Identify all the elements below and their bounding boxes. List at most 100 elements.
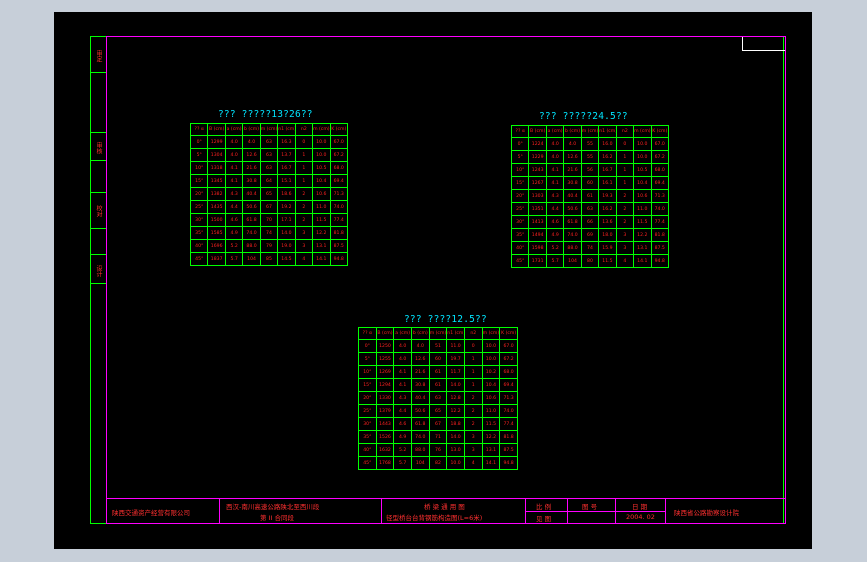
column-header: a (cm) xyxy=(224,123,244,136)
table-cell: 94.8 xyxy=(329,252,348,266)
table-cell: 0° xyxy=(510,137,530,151)
table-cell: 30° xyxy=(189,213,209,227)
table-cell: 50.6 xyxy=(242,200,261,214)
table-cell: 61 xyxy=(428,365,448,379)
table-cell: 4.3 xyxy=(224,187,244,201)
table-cell: 67 xyxy=(259,200,279,214)
table-cell: 65 xyxy=(428,404,448,418)
column-header: n1 (cm) xyxy=(446,327,465,340)
sidebar-cell: 审核 xyxy=(90,132,106,160)
table-cell: 81.8 xyxy=(650,228,669,242)
column-header: m (cm) xyxy=(580,125,600,138)
table-cell: 61.8 xyxy=(410,417,430,431)
table-cell: 40° xyxy=(358,443,377,457)
table-cell: 0 xyxy=(294,135,314,149)
table-cell: 30° xyxy=(510,215,530,229)
table-cell: 94.8 xyxy=(499,456,518,470)
table-cell: 4.0 xyxy=(545,150,565,164)
table-cell: 16.2 xyxy=(598,150,617,164)
column-header: n2 xyxy=(294,123,314,136)
sidebar-label-2: 审核 xyxy=(95,142,102,154)
table-cell: 4.0 xyxy=(393,339,412,353)
table-cell: 1269 xyxy=(375,365,395,379)
table-cell: 5.2 xyxy=(224,239,244,253)
table-cell: 68.0 xyxy=(650,163,669,177)
drawing-line-2: 径型桥台台背钢筋构造图(L=6米) xyxy=(386,514,483,522)
column-header: B (cm) xyxy=(375,327,395,340)
table-row: 45° 1837 5.7 104 85 14.5 4 14.1 94.8 xyxy=(189,252,348,266)
table-cell: 88.0 xyxy=(410,443,430,457)
left-signature-strip: 审定 审核 校对 设计 xyxy=(90,36,106,284)
table-cell: 63 xyxy=(259,161,279,175)
table-cell: 1731 xyxy=(528,254,547,268)
table-cell: 35° xyxy=(510,228,530,242)
table-header-row: ?? αB (cm) a (cm) b (cm) m (cm) n1 (cm) n2 m (… xyxy=(189,123,348,136)
table-cell: 61 xyxy=(428,378,448,392)
table-cell: 4.0 xyxy=(563,137,582,151)
column-header: a (cm) xyxy=(545,125,565,138)
table-cell: 1 xyxy=(294,174,314,188)
column-header: B (cm) xyxy=(207,123,226,136)
table-cell: 10.4 xyxy=(633,176,652,190)
table-cell: 12.6 xyxy=(410,352,430,366)
table-row: 30° 1443 4.6 61.8 67 18.8 2 11.5 77.4 xyxy=(358,417,518,431)
table-cell: 12.6 xyxy=(242,148,261,162)
table-cell: 74.0 xyxy=(499,404,518,418)
table-cell: 5.7 xyxy=(545,254,565,268)
table-cell: 4.0 xyxy=(545,137,565,151)
table-cell: 12.2 xyxy=(446,404,465,418)
table-cell: 40° xyxy=(510,241,530,255)
table-row: 35° 1585 4.9 74.0 74 14.0 3 12.2 81.8 xyxy=(189,226,348,240)
table-cell: 4.1 xyxy=(545,163,565,177)
company-name: 陕西交通资产经营有限公司 xyxy=(112,509,190,517)
table-cell: 66 xyxy=(580,215,600,229)
drawing-line-1: 桥 梁 通 用 图 xyxy=(424,503,465,511)
table-cell: 71 xyxy=(428,430,448,444)
table-cell: 10.0 xyxy=(481,339,501,353)
date-value: 2004. 02 xyxy=(626,513,655,521)
table-cell: 0° xyxy=(189,135,209,149)
table-cell: 5° xyxy=(189,148,209,162)
table-cell: 1250 xyxy=(375,339,395,353)
sidebar-cell: 设计 xyxy=(90,254,106,284)
table-cell: 63 xyxy=(259,148,279,162)
table-cell: 21.6 xyxy=(410,365,430,379)
table-row: 35° 1494 4.9 74.0 69 18.0 3 12.2 81.8 xyxy=(510,228,669,242)
table-cell: 4.3 xyxy=(393,391,412,405)
table-row: 40° 1696 5.2 88.0 79 19.0 3 13.1 87.5 xyxy=(189,239,348,253)
table-cell: 10.4 xyxy=(481,378,501,392)
table-cell: 80 xyxy=(580,254,600,268)
table-cell: 82 xyxy=(428,456,448,470)
table-cell: 1294 xyxy=(375,378,395,392)
column-header: m (cm) xyxy=(259,123,279,136)
table-cell: 5.7 xyxy=(224,252,244,266)
table-2-title: ??? ?????24.5?? xyxy=(539,111,628,122)
table-cell: 19.0 xyxy=(277,239,296,253)
table-row: 30° 1413 4.6 61.8 66 13.6 2 11.5 77.4 xyxy=(510,215,669,229)
table-cell: 5.2 xyxy=(545,241,565,255)
table-cell: 4.6 xyxy=(224,213,244,227)
table-cell: 69.4 xyxy=(329,174,348,188)
table-cell: 16.1 xyxy=(598,176,617,190)
table-cell: 4.4 xyxy=(393,404,412,418)
table-cell: 79 xyxy=(259,239,279,253)
cad-drawing-canvas: 审定 审核 校对 设计 ??? ?????13?26?? ?? αB (cm) a… xyxy=(54,12,812,549)
table-cell: 14.0 xyxy=(446,430,465,444)
table-cell: 10° xyxy=(510,163,530,177)
table-cell: 3 xyxy=(615,241,635,255)
table-cell: 25° xyxy=(510,202,530,216)
table-cell: 19.7 xyxy=(446,352,465,366)
table-cell: 1413 xyxy=(528,215,547,229)
drawing-name-cell: 桥 梁 通 用 图 径型桥台台背钢筋构造图(L=6米) xyxy=(382,499,526,524)
table-cell: 10° xyxy=(189,161,209,175)
table-cell: 2 xyxy=(294,213,314,227)
table-cell: 1229 xyxy=(528,150,547,164)
table-cell: 1526 xyxy=(375,430,395,444)
column-header: ?? α xyxy=(189,123,209,136)
table-cell: 63 xyxy=(259,135,279,149)
table-cell: 88.0 xyxy=(242,239,261,253)
sidebar-cell: 校对 xyxy=(90,192,106,228)
sidebar-cell xyxy=(90,72,106,132)
table-cell: 35° xyxy=(189,226,209,240)
table-cell: 71.3 xyxy=(499,391,518,405)
